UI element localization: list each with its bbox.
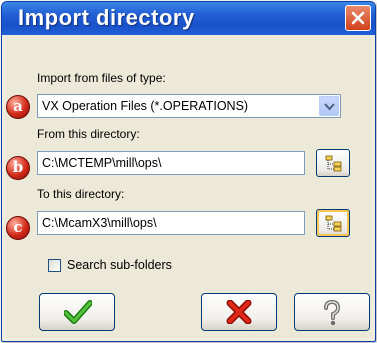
close-button[interactable] [345,5,371,31]
file-type-value: VX Operation Files (*.OPERATIONS) [42,99,249,113]
close-icon [351,11,365,25]
from-directory-label: From this directory: [37,127,140,141]
to-directory-label: To this directory: [37,187,125,201]
marker-a: a [6,95,30,119]
dropdown-button[interactable] [319,96,339,116]
window-title: Import directory [18,5,195,30]
cancel-button[interactable] [201,293,277,331]
search-subfolders-label: Search sub-folders [67,258,172,272]
to-directory-input[interactable]: C:\McamX3\mill\ops\ [37,211,305,235]
folder-tree-icon [325,215,342,232]
marker-c: c [6,216,30,240]
x-icon [226,300,252,324]
browse-to-button[interactable] [316,209,350,237]
chevron-down-icon [324,103,335,111]
browse-from-button[interactable] [316,149,350,177]
search-subfolders-checkbox[interactable] [48,259,61,272]
help-button[interactable] [294,293,370,331]
question-mark-icon [324,300,341,326]
file-type-select[interactable]: VX Operation Files (*.OPERATIONS) [37,94,341,118]
marker-b: b [6,156,30,180]
folder-tree-icon [325,155,342,172]
ok-button[interactable] [39,293,115,331]
import-directory-dialog: Import directory Import from files of ty… [1,1,376,342]
title-bar[interactable]: Import directory [2,2,375,35]
from-directory-input[interactable]: C:\MCTEMP\mill\ops\ [37,151,305,175]
checkmark-icon [64,300,92,324]
file-type-label: Import from files of type: [37,71,166,85]
dialog-body: Import from files of type: a VX Operatio… [5,35,372,338]
